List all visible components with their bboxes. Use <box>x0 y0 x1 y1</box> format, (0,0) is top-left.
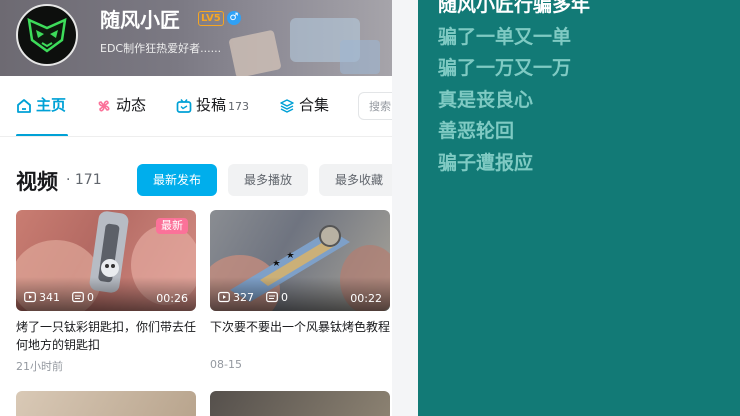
search-input[interactable]: 搜索 <box>358 92 392 120</box>
lyric-line: 骗子遭报应 <box>438 151 534 174</box>
danmaku-icon <box>72 291 84 303</box>
tab-label: 合集 <box>299 96 330 114</box>
video-date: 21小时前 <box>16 360 63 373</box>
video-duration: 00:26 <box>156 292 188 305</box>
video-duration: 00:22 <box>350 292 382 305</box>
tab-label: 动态 <box>116 96 147 114</box>
home-icon <box>17 98 31 113</box>
layers-icon <box>280 98 294 113</box>
video-date: 08-15 <box>210 358 242 371</box>
video-thumbnail[interactable]: 327 0 00:22 <box>210 210 390 311</box>
video-thumbnail[interactable] <box>210 391 390 416</box>
tab-count: 173 <box>228 100 250 113</box>
danmaku-count: 0 <box>266 291 288 305</box>
male-icon: ♂ <box>227 11 241 25</box>
section-count: · 171 <box>66 172 102 188</box>
tv-icon <box>176 98 192 113</box>
lyric-line: 随风小匠行骗多年 <box>438 0 591 16</box>
danmaku-icon <box>266 291 278 303</box>
avatar[interactable] <box>16 4 78 66</box>
lyric-line: 真是丧良心 <box>438 88 534 111</box>
tab-label: 主页 <box>36 96 67 114</box>
tab-divider <box>0 136 392 137</box>
lyric-line: 骗了一万又一万 <box>438 57 572 79</box>
sort-most-played-button[interactable]: 最多播放 <box>228 164 308 196</box>
tab-label: 投稿 <box>196 96 227 114</box>
video-thumbnail[interactable] <box>16 391 196 416</box>
sort-most-favorited-button[interactable]: 最多收藏 <box>319 164 392 196</box>
play-count-icon <box>24 291 36 303</box>
tab-collections[interactable]: 合集 <box>279 94 329 116</box>
play-count-icon <box>218 291 230 303</box>
view-count: 327 <box>218 291 254 305</box>
danmaku-count: 0 <box>72 291 94 305</box>
new-badge: 最新 <box>156 218 188 234</box>
video-title[interactable]: 下次要不要出一个风暴钛烤色教程 <box>210 318 390 336</box>
bio: EDC制作狂热爱好者...... <box>100 42 222 55</box>
username: 随风小匠 <box>100 8 180 32</box>
tab-submissions[interactable]: 投稿 173 <box>176 94 249 116</box>
mask-logo-icon <box>27 17 67 53</box>
video-thumbnail[interactable]: 最新 341 0 00:26 <box>16 210 196 311</box>
view-count: 341 <box>24 291 60 305</box>
tab-home[interactable]: 主页 <box>16 94 66 116</box>
section-title: 视频 <box>16 170 58 194</box>
profile-tabs: 主页 动态 投稿 173 合集 <box>0 86 392 128</box>
tab-dynamic[interactable]: 动态 <box>96 94 146 116</box>
pinwheel-icon <box>98 100 110 111</box>
profile-header: 随风小匠 LV5 ♂ EDC制作狂热爱好者...... <box>0 0 392 76</box>
header-banner-decoration <box>340 40 380 74</box>
video-title[interactable]: 烤了一只钛彩钥匙扣，你们带去任何地方的钥匙扣 <box>16 318 196 354</box>
header-banner-decoration <box>228 29 282 76</box>
lyric-line: 善恶轮回 <box>438 120 515 142</box>
sort-newest-button[interactable]: 最新发布 <box>137 164 217 196</box>
panel-gutter <box>392 0 418 416</box>
profile-panel: 随风小匠 LV5 ♂ EDC制作狂热爱好者...... 主页 动态 投稿 173 … <box>0 0 392 416</box>
level-badge: LV5 <box>198 11 224 26</box>
lyrics-overlay: 随风小匠行骗多年 骗了一单又一单 骗了一万又一万 真是丧良心 善恶轮回 骗子遭报… <box>438 0 590 179</box>
lyric-line: 骗了一单又一单 <box>438 25 572 48</box>
